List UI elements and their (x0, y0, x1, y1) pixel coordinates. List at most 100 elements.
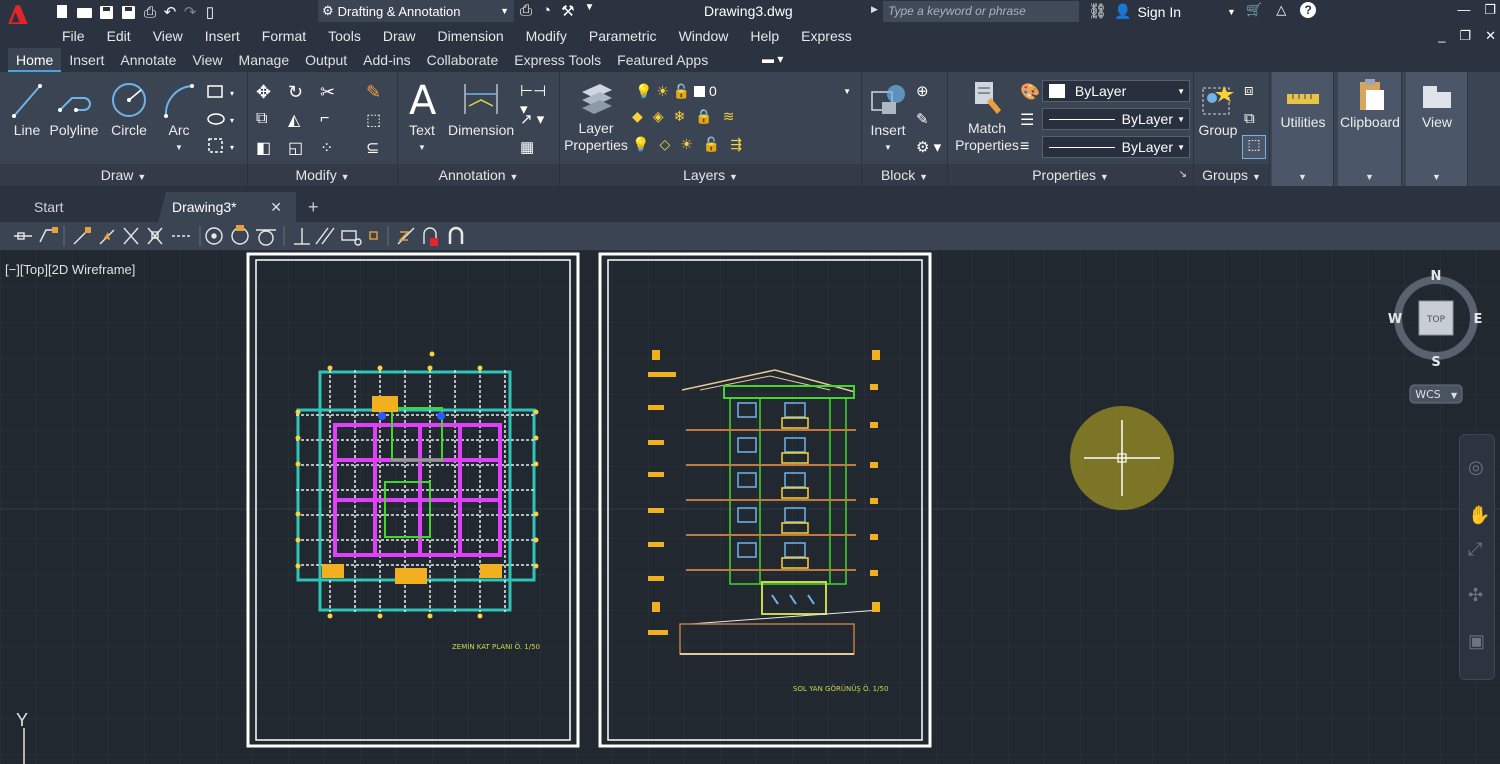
drawing-canvas[interactable]: ZEMİN KAT PLANI Ö. 1/50 SOL YAN GÖRÜNÜŞ … (0, 250, 1500, 764)
tab-manage[interactable]: Manage (231, 48, 298, 72)
layer-thaw-icon[interactable]: ☀ (680, 136, 693, 153)
menu-item-file[interactable]: File (62, 28, 85, 44)
temp-track-icon[interactable] (14, 232, 32, 240)
perpendicular-icon[interactable] (294, 228, 310, 245)
menu-item-edit[interactable]: Edit (107, 28, 131, 44)
save-icon[interactable] (98, 4, 116, 20)
groups-panel-footer[interactable]: Groups ▼ (1194, 164, 1269, 186)
osnap-settings-icon[interactable] (448, 226, 464, 244)
mirror-icon[interactable]: ◭ (288, 110, 308, 130)
linear-dimension-icon[interactable]: ⊢⊣ ▾ (520, 82, 556, 118)
draw-panel-footer[interactable]: Draw ▼ (0, 164, 247, 186)
insert-block-button[interactable]: Insert ▼ (866, 80, 910, 156)
ribbon-minimize-toggle-icon[interactable]: ▬ ▾ (762, 52, 783, 66)
pan-hand-icon[interactable]: ✋ (1468, 505, 1490, 526)
center-icon[interactable] (205, 227, 223, 245)
erase-icon[interactable]: ✎ (366, 82, 386, 102)
rectangle-icon[interactable]: ▾ (206, 82, 240, 102)
line-button[interactable]: Line (10, 80, 44, 139)
array-icon[interactable]: ⁘ (320, 138, 340, 158)
layer-off-icon[interactable]: ◆ (632, 108, 643, 125)
node-icon[interactable] (369, 231, 378, 240)
tab-annotate[interactable]: Annotate (112, 48, 184, 72)
undo-icon[interactable]: ↶ (162, 3, 178, 21)
menu-item-express[interactable]: Express (801, 28, 852, 44)
stretch-icon[interactable]: ◧ (256, 138, 276, 158)
properties-panel-footer[interactable]: Properties ▼ ↘ (948, 164, 1193, 186)
apparent-intersection-icon[interactable] (147, 227, 163, 245)
color-dropdown[interactable]: ByLayer ▼ (1042, 80, 1190, 102)
layer-unlock-icon[interactable]: 🔓 (703, 136, 720, 153)
utilities-panel[interactable]: Utilities ▼ (1272, 72, 1334, 186)
new-tab-plus-icon[interactable]: + (308, 192, 319, 222)
zoom-extents-icon[interactable]: ⤢ (1468, 539, 1482, 560)
linetype-dropdown[interactable]: ByLayer ▼ (1042, 108, 1190, 130)
layer-match-icon[interactable]: ⚒ (561, 2, 574, 20)
edit-block-icon[interactable]: ✎ (916, 110, 936, 130)
quadrant-icon[interactable] (231, 225, 249, 245)
doc-restore-icon[interactable]: ❐ (1459, 28, 1471, 44)
create-block-icon[interactable]: ⊕ (916, 82, 936, 102)
group-selection-icon[interactable]: ⬚ (1242, 135, 1266, 159)
layer-freeze-icon[interactable]: ❄ (674, 108, 686, 125)
group-edit-icon[interactable]: ⧉ (1244, 110, 1264, 130)
layer-properties-button[interactable]: Layer Properties (564, 78, 628, 154)
layers-panel-footer[interactable]: Layers ▼ (560, 164, 861, 186)
rotate-icon[interactable]: ↻ (288, 82, 308, 102)
endpoint-icon[interactable] (73, 227, 91, 245)
clipboard-panel[interactable]: Clipboard ▼ (1338, 72, 1402, 186)
lineweight-dropdown[interactable]: ByLayer ▼ (1042, 136, 1190, 158)
fillet-icon[interactable]: ⌐ (320, 110, 340, 130)
menu-item-tools[interactable]: Tools (328, 28, 361, 44)
menu-item-help[interactable]: Help (750, 28, 779, 44)
menu-item-parametric[interactable]: Parametric (589, 28, 657, 44)
offset-icon[interactable]: ⊆ (366, 138, 386, 158)
view-panel[interactable]: View ▼ (1406, 72, 1468, 186)
parallel-icon[interactable] (315, 227, 335, 245)
menu-item-dimension[interactable]: Dimension (438, 28, 504, 44)
circle-button[interactable]: Circle (108, 80, 150, 139)
cart-icon[interactable]: 🛒 (1246, 2, 1262, 18)
trim-icon[interactable]: ✂ (320, 82, 340, 102)
plot-icon[interactable]: ⎙ (142, 4, 158, 21)
modify-panel-footer[interactable]: Modify ▼ (248, 164, 397, 186)
arc-button[interactable]: Arc ▼ (160, 80, 198, 156)
layer-current-icon[interactable]: ≋ (723, 108, 735, 125)
search-expand-icon[interactable]: ▶ (871, 4, 878, 15)
viewport-controls[interactable]: [−][Top][2D Wireframe] (5, 262, 135, 277)
boundary-icon[interactable]: ▾ (206, 136, 240, 156)
minimize-icon[interactable]: — (1457, 2, 1470, 18)
hatch-icon[interactable]: ▾ (206, 109, 240, 129)
showmotion-icon[interactable]: ▣ (1468, 631, 1485, 652)
tangent-icon[interactable] (256, 229, 276, 246)
sign-in-button[interactable]: 👤 Sign In ▼ (1114, 3, 1236, 20)
tab-collaborate[interactable]: Collaborate (419, 48, 507, 72)
snap-from-icon[interactable] (39, 227, 58, 243)
save-as-icon[interactable] (120, 4, 138, 20)
doc-close-icon[interactable]: ✕ (1485, 28, 1496, 44)
open-folder-icon[interactable] (76, 4, 94, 20)
insertion-icon[interactable] (341, 230, 362, 246)
annotation-panel-footer[interactable]: Annotation ▼ (398, 164, 559, 186)
printer-icon[interactable]: ⎙ (520, 2, 532, 20)
polyline-button[interactable]: Polyline (48, 80, 100, 139)
text-button[interactable]: A Text ▼ (404, 78, 440, 156)
intersection-icon[interactable] (123, 227, 139, 245)
menu-item-format[interactable]: Format (262, 28, 306, 44)
tab-express-tools[interactable]: Express Tools (506, 48, 609, 72)
help-icon[interactable]: ? (1300, 2, 1317, 18)
move-icon[interactable]: ✥ (256, 82, 276, 102)
midpoint-icon[interactable] (99, 229, 115, 245)
leader-icon[interactable]: ↗ ▾ (520, 110, 556, 130)
orbit-icon[interactable]: ✣ (1468, 585, 1483, 606)
menu-item-insert[interactable]: Insert (205, 28, 240, 44)
copy-icon[interactable]: ⧉ (256, 110, 276, 130)
workspace-dropdown[interactable]: ⚙ Drafting & Annotation ▼ (318, 0, 514, 22)
snap-none-icon[interactable] (423, 227, 438, 246)
tab-view[interactable]: View (184, 48, 230, 72)
tab-output[interactable]: Output (297, 48, 355, 72)
menu-item-window[interactable]: Window (679, 28, 729, 44)
restore-icon[interactable]: ❐ (1484, 2, 1496, 18)
layer-match-icon[interactable]: ⇶ (730, 136, 742, 153)
ungroup-icon[interactable]: ⧈ (1244, 82, 1264, 102)
